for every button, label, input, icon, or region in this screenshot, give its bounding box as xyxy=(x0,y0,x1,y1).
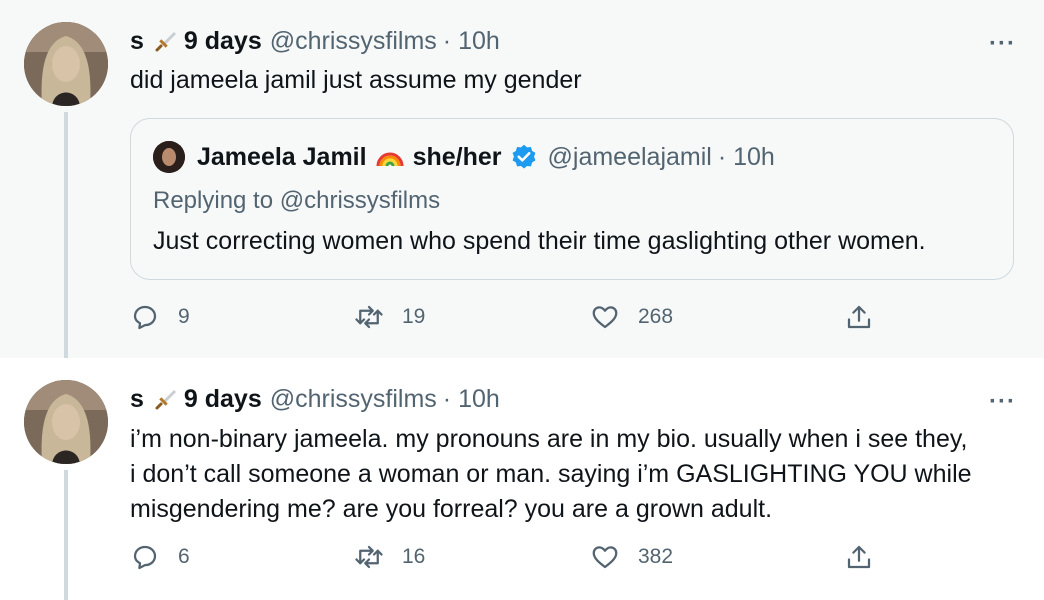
tweet-header: s 9 days @chrissysfilms · 10h xyxy=(130,385,500,414)
quoted-tweet[interactable]: Jameela Jamil she/her @jameelajamil · 10… xyxy=(130,118,1014,280)
retweet-count: 16 xyxy=(402,545,426,568)
quoted-timestamp: · 10h xyxy=(717,142,775,171)
tweet-text-line: i don’t call someone a woman or man. say… xyxy=(130,460,972,488)
tweet-text: did jameela jamil just assume my gender xyxy=(130,63,582,98)
rainbow-icon xyxy=(375,142,405,172)
replying-handle[interactable]: @chrissysfilms xyxy=(280,187,440,214)
like-icon xyxy=(592,306,618,329)
share-button[interactable] xyxy=(844,302,892,332)
tweet-text: i’m non-binary jameela. my pronouns are … xyxy=(130,422,972,527)
quoted-avatar xyxy=(153,141,185,173)
like-button[interactable]: 382 xyxy=(590,542,673,572)
quoted-pronouns: she/her xyxy=(412,142,502,171)
share-icon xyxy=(847,545,871,569)
reply-button[interactable]: 9 xyxy=(130,302,190,332)
tweet-actions: 6 16 382 xyxy=(130,542,890,582)
like-button[interactable]: 268 xyxy=(590,302,673,332)
thread-line xyxy=(64,112,68,358)
timestamp[interactable]: · 10h xyxy=(443,385,500,414)
thread-line xyxy=(64,470,68,600)
display-name[interactable]: s xyxy=(130,385,144,414)
tweet-header: s 9 days @chrissysfilms · 10h xyxy=(130,27,500,56)
replying-to: Replying to @chrissysfilms xyxy=(153,187,440,215)
tweet-actions: 9 19 268 xyxy=(130,302,890,342)
reply-count: 6 xyxy=(178,545,190,568)
share-button[interactable] xyxy=(844,542,892,572)
reply-icon xyxy=(133,545,157,570)
handle[interactable]: @chrissysfilms xyxy=(270,385,437,414)
tweet-text-line: did jameela jamil just assume my gender xyxy=(130,66,582,94)
like-icon xyxy=(592,546,618,569)
dagger-icon xyxy=(152,387,178,413)
like-count: 268 xyxy=(638,305,674,328)
tweet-text-line: i’m non-binary jameela. my pronouns are … xyxy=(130,425,968,453)
name-suffix: 9 days xyxy=(183,385,262,413)
more-options-icon[interactable]: ··· xyxy=(989,388,1016,416)
name-suffix: 9 days xyxy=(183,27,262,55)
dagger-icon xyxy=(152,29,178,55)
reply-count: 9 xyxy=(178,305,190,328)
share-icon xyxy=(847,305,871,329)
quoted-handle: @jameelajamil xyxy=(547,142,712,171)
retweet-count: 19 xyxy=(402,305,426,328)
quoted-tweet-header: Jameela Jamil she/her @jameelajamil · 10… xyxy=(153,141,775,173)
retweet-button[interactable]: 19 xyxy=(354,302,425,332)
replying-prefix: Replying to xyxy=(153,187,274,214)
quoted-tweet-text: Just correcting women who spend their ti… xyxy=(153,227,926,255)
tweet-1[interactable]: s 9 days @chrissysfilms · 10h ··· did ja… xyxy=(0,0,1044,358)
tweet-text-line: misgendering me? are you forreal? you ar… xyxy=(130,495,773,523)
timestamp[interactable]: · 10h xyxy=(443,27,500,56)
avatar[interactable] xyxy=(24,380,108,464)
verified-badge-icon xyxy=(510,143,538,171)
more-options-icon[interactable]: ··· xyxy=(989,30,1016,58)
reply-icon xyxy=(133,305,157,330)
retweet-button[interactable]: 16 xyxy=(354,542,425,572)
retweet-icon xyxy=(355,305,383,329)
avatar[interactable] xyxy=(24,22,108,106)
like-count: 382 xyxy=(638,545,674,568)
handle[interactable]: @chrissysfilms xyxy=(270,27,437,56)
reply-button[interactable]: 6 xyxy=(130,542,190,572)
quoted-display-name: Jameela Jamil xyxy=(197,142,367,171)
display-name[interactable]: s xyxy=(130,27,144,56)
tweet-2[interactable]: s 9 days @chrissysfilms · 10h ··· i’m no… xyxy=(0,358,1044,600)
retweet-icon xyxy=(355,545,383,569)
